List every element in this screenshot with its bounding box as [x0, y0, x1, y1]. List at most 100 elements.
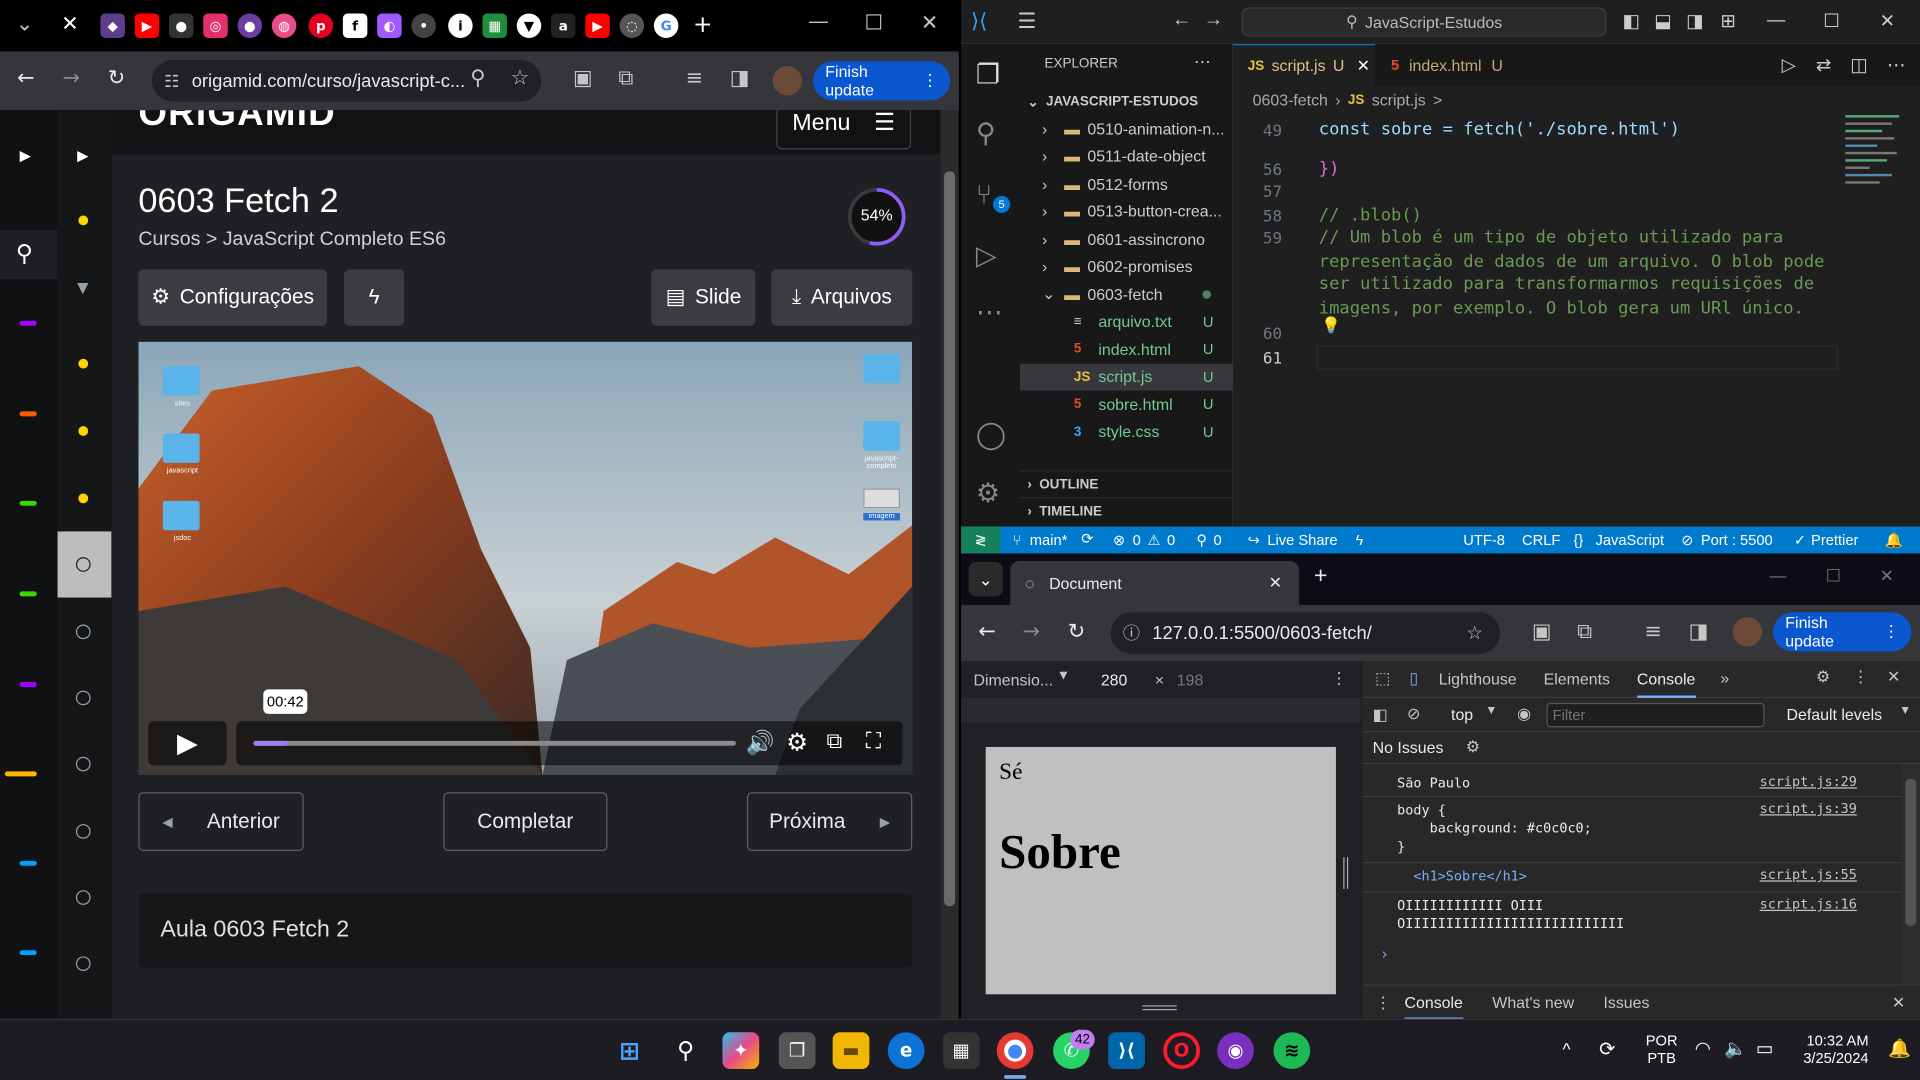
info-icon[interactable]: ⓘ — [1123, 621, 1140, 645]
bookmark-star-icon[interactable]: ☆ — [511, 66, 530, 90]
close-tab-icon[interactable]: ✕ — [61, 12, 78, 36]
minimize-icon[interactable]: — — [808, 10, 829, 34]
drawer-tab[interactable]: Issues — [1603, 986, 1649, 1020]
tab-index-html[interactable]: 5 index.html U — [1376, 44, 1535, 86]
rail-search-button[interactable]: ⚲ — [0, 230, 58, 280]
console-filter-input[interactable] — [1546, 702, 1765, 728]
folder-item[interactable]: ⌄ ▬ 0603-fetch — [1020, 280, 1233, 307]
open-changes-icon[interactable]: ⇄ — [1816, 54, 1831, 76]
lesson-done-dot[interactable] — [78, 215, 89, 226]
tab-search-chevron-icon[interactable]: ⌄ — [16, 12, 33, 36]
live-expression-eye-icon[interactable]: ◉ — [1517, 704, 1531, 724]
dropdown-arrow-icon[interactable]: ▼ — [1057, 669, 1070, 684]
profile-avatar[interactable] — [1732, 617, 1763, 647]
document-tab[interactable]: ◌ Document ✕ — [1010, 560, 1300, 605]
page-preview-viewport[interactable]: Sé Sobre — [985, 746, 1336, 995]
code-line[interactable]: // .blob() — [1319, 206, 1422, 226]
back-icon[interactable]: ← — [978, 620, 995, 644]
lesson-todo-ring[interactable] — [75, 824, 91, 839]
tab-search-chevron-icon[interactable]: ⌄ — [968, 562, 1003, 597]
ports-count[interactable]: 0 — [1213, 531, 1221, 548]
file-item[interactable]: 5 sobre.html U — [1020, 391, 1233, 418]
rail-play-icon[interactable]: ▶ — [20, 147, 31, 164]
clear-console-icon[interactable]: ⊘ — [1407, 704, 1420, 724]
desktop-folder-icon[interactable] — [162, 366, 200, 396]
code-line[interactable]: const sobre = fetch('./sobre.html') — [1319, 120, 1680, 140]
window-close-icon[interactable]: ✕ — [921, 11, 938, 35]
code-line[interactable]: imagens, por exemplo. O blob gera um URl… — [1319, 299, 1804, 319]
vscode-icon[interactable]: ⟩⟨ — [1108, 1032, 1145, 1069]
drawer-tab[interactable]: What's new — [1492, 986, 1574, 1020]
more-menu-icon[interactable]: ⋮ — [1883, 622, 1899, 642]
notifications-bell-icon[interactable]: 🔔 — [1884, 531, 1902, 548]
console-prompt-icon[interactable]: › — [1380, 945, 1389, 962]
new-tab-icon[interactable]: + — [693, 11, 712, 38]
devtools-more-icon[interactable]: ⋮ — [1853, 667, 1869, 687]
folder-item[interactable]: › ▬ 0513-button-crea... — [1020, 198, 1233, 225]
window-close-icon[interactable]: ✕ — [1880, 10, 1895, 32]
opera-icon[interactable]: O — [1163, 1032, 1201, 1069]
dribbble-tab-icon[interactable]: ◍ — [271, 13, 297, 38]
search-icon[interactable]: ⚲ — [976, 118, 996, 150]
finish-update-button[interactable]: Finish update ⋮ — [1773, 612, 1912, 652]
outline-section[interactable]: › OUTLINE — [1020, 470, 1234, 497]
devtools-settings-icon[interactable]: ⚙ — [1816, 667, 1830, 687]
console-source-link[interactable]: script.js:39 — [1760, 801, 1857, 817]
folder-item[interactable]: › ▬ 0511-date-object — [1020, 143, 1233, 170]
wifi-icon[interactable]: ◠ — [1695, 1037, 1711, 1059]
code-line[interactable]: }) — [1319, 159, 1340, 179]
reload-icon[interactable]: ↻ — [108, 66, 125, 90]
issues-settings-icon[interactable]: ⚙ — [1466, 737, 1480, 757]
manage-gear-icon[interactable]: ⚙ — [976, 478, 1000, 510]
minimap[interactable] — [1845, 115, 1906, 286]
console-source-link[interactable]: script.js:55 — [1760, 867, 1857, 883]
code-line[interactable]: ser utilizado para transformarmos requis… — [1319, 274, 1814, 294]
shield-tab-icon[interactable]: ▼ — [516, 13, 542, 38]
reload-icon[interactable]: ↻ — [1068, 620, 1085, 644]
complete-lesson-button[interactable]: Completar — [443, 792, 608, 852]
code-line[interactable]: representação de dados de um arquivo. O … — [1319, 252, 1825, 272]
slide-button[interactable]: ▤ Slide — [651, 269, 756, 326]
tab-script-js[interactable]: JS script.js U ✕ — [1233, 44, 1376, 86]
device-toolbar-icon[interactable]: ▯ — [1409, 669, 1418, 689]
site-info-icon[interactable]: ☷ — [164, 70, 179, 91]
zoom-icon[interactable]: ⚲ — [470, 66, 485, 90]
lightning-icon[interactable]: ϟ — [1356, 531, 1364, 548]
bookmark-star-icon[interactable]: ☆ — [1466, 622, 1482, 644]
accounts-icon[interactable]: ◯ — [976, 419, 1006, 451]
pinterest-tab-icon[interactable]: p — [308, 13, 334, 38]
drawer-close-icon[interactable]: ✕ — [1892, 993, 1905, 1013]
sync-icon[interactable]: ⟳ — [1599, 1037, 1615, 1061]
desktop-folder-icon[interactable] — [162, 500, 200, 531]
resize-handle-bottom[interactable] — [1142, 1005, 1177, 1011]
project-root[interactable]: ⌄ JAVASCRIPT-ESTUDOS — [1020, 88, 1233, 115]
maximize-icon[interactable]: ☐ — [1826, 566, 1841, 587]
back-icon[interactable]: ← — [17, 66, 34, 90]
drawer-tab[interactable]: Console — [1404, 986, 1463, 1021]
sync-icon[interactable]: ⟳ — [1081, 530, 1093, 547]
video-settings-icon[interactable]: ⚙ — [786, 727, 808, 758]
more-tabs-icon[interactable]: » — [1720, 669, 1729, 687]
close-tab-icon[interactable]: ✕ — [1357, 56, 1370, 76]
video-seek-track[interactable] — [253, 740, 736, 746]
more-menu-icon[interactable]: ⋮ — [922, 71, 938, 91]
previous-lesson-button[interactable]: ◀ Anterior — [138, 792, 304, 852]
lesson-current-ring[interactable] — [75, 557, 91, 572]
console-scrollbar-thumb[interactable] — [1905, 778, 1917, 926]
volume-icon[interactable]: 🔊 — [746, 729, 775, 758]
git-branch[interactable]: main* — [1030, 531, 1068, 548]
fullscreen-icon[interactable]: ⛶ — [866, 729, 881, 755]
dropdown-arrow-icon[interactable]: ▼ — [1485, 704, 1497, 717]
sidebar-toggle-icon[interactable]: ◧ — [1373, 705, 1388, 725]
spotify-icon[interactable]: ≋ — [1273, 1032, 1311, 1069]
desktop-image-icon[interactable] — [863, 488, 901, 509]
file-item[interactable]: 5 index.html U — [1020, 336, 1233, 363]
devtools-close-icon[interactable]: ✕ — [1887, 667, 1900, 687]
next-lesson-button[interactable]: Próxima ▶ — [746, 792, 913, 852]
forward-icon[interactable]: → — [1022, 620, 1039, 644]
source-control-icon[interactable]: ⑂ — [976, 179, 992, 211]
lesson-done-dot[interactable] — [78, 358, 89, 369]
media-icon[interactable]: ≡ — [686, 66, 703, 90]
split-editor-icon[interactable]: ◫ — [1850, 54, 1867, 76]
lesson-done-dot[interactable] — [78, 426, 89, 436]
